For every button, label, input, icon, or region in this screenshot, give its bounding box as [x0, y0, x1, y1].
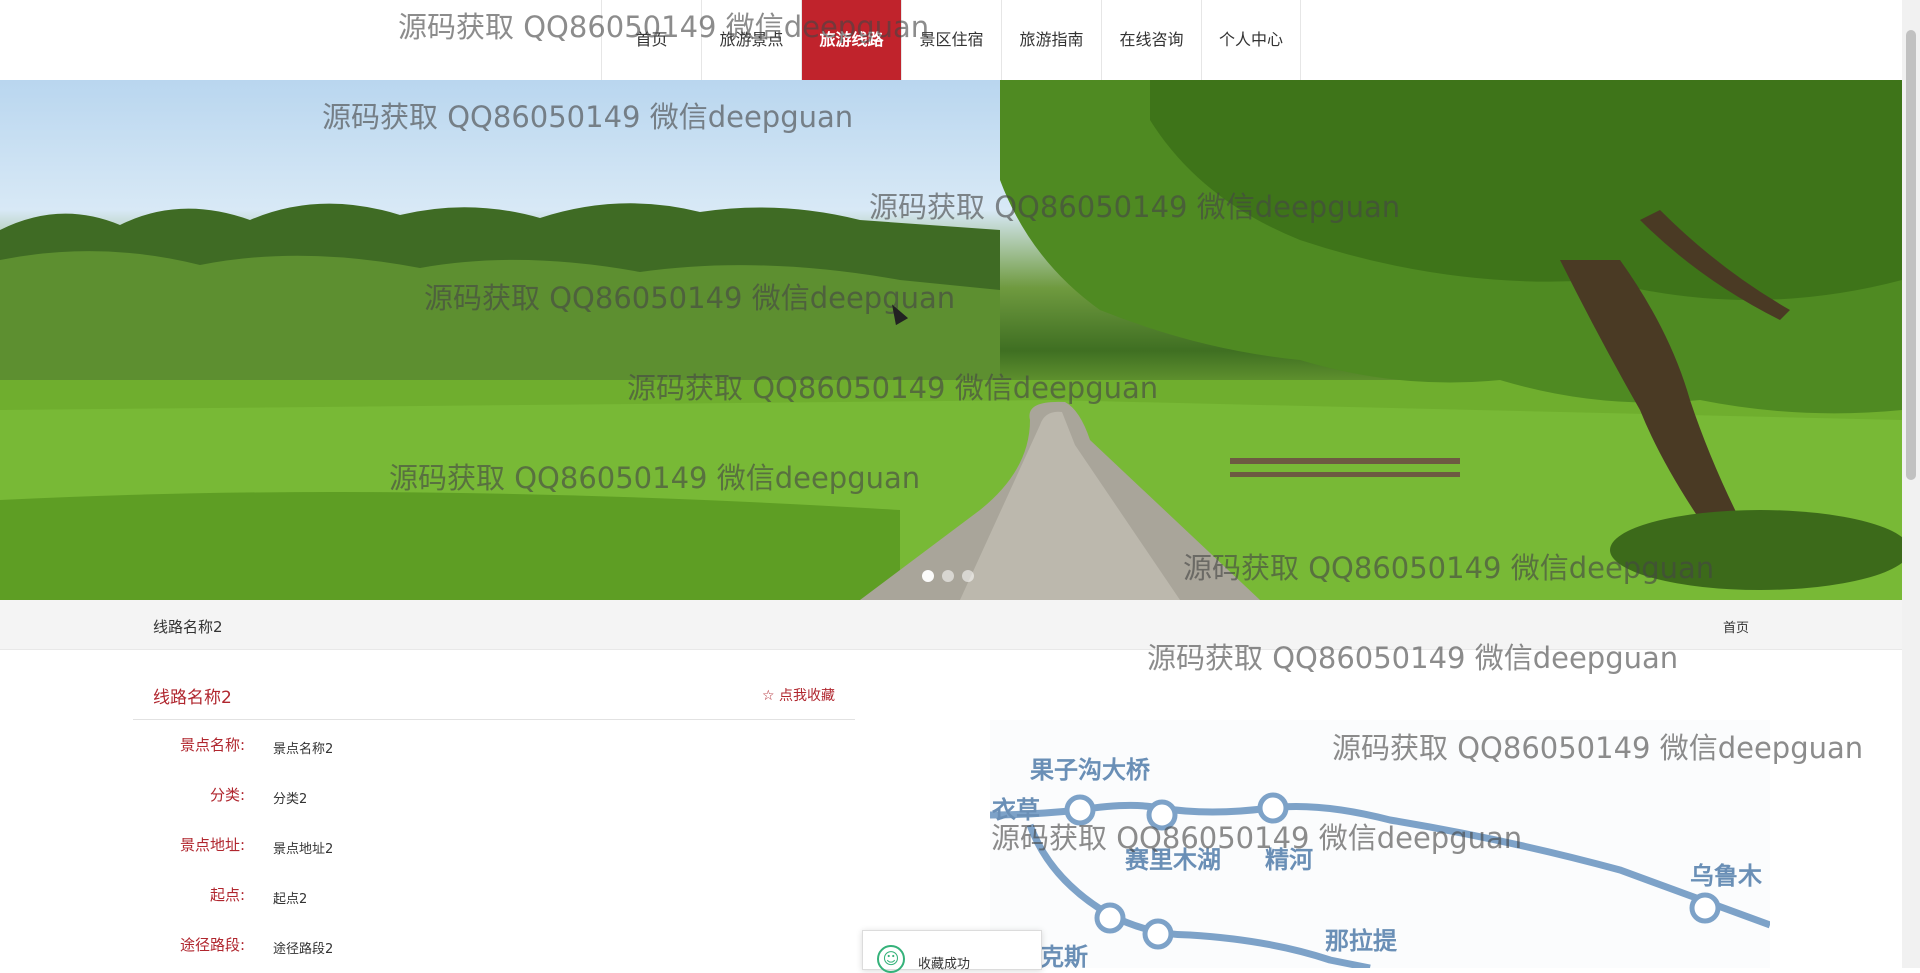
- carousel-dot-3[interactable]: [962, 570, 974, 582]
- route-detail-panel: 线路名称2 ☆ 点我收藏 景点名称: 景点名称2 分类: 分类2 景点地址: 景…: [133, 665, 855, 970]
- route-map-image: 果子沟大桥 衣草 赛里木湖 精河 乌鲁木 那拉提 克斯: [990, 720, 1770, 968]
- breadcrumb-home-link[interactable]: 首页: [1723, 617, 1749, 636]
- carousel-dot-1[interactable]: [922, 570, 934, 582]
- category-label: 分类:: [209, 786, 245, 804]
- map-label-lavender: 衣草: [992, 796, 1040, 824]
- main-nav: 首页 旅游景点 旅游线路 景区住宿 旅游指南 在线咨询 个人中心: [601, 0, 1301, 80]
- nav-item-consult[interactable]: 在线咨询: [1101, 0, 1201, 80]
- toast-message: 收藏成功: [918, 957, 971, 972]
- carousel-dot-2[interactable]: [942, 570, 954, 582]
- banner-landscape-image: [0, 80, 1902, 600]
- map-label-urumqi: 乌鲁木: [1690, 862, 1762, 890]
- nav-item-attractions[interactable]: 旅游景点: [701, 0, 801, 80]
- detail-row-category: 分类: 分类2: [133, 770, 855, 820]
- address-value: 景点地址2: [273, 842, 334, 857]
- attraction-name-value: 景点名称2: [273, 742, 334, 757]
- category-value: 分类2: [273, 792, 308, 807]
- carousel-indicators: [922, 570, 974, 582]
- breadcrumb-title: 线路名称2: [153, 618, 223, 636]
- detail-row-address: 景点地址: 景点地址2: [133, 820, 855, 870]
- map-label-bridge: 果子沟大桥: [1030, 756, 1150, 784]
- nav-item-profile[interactable]: 个人中心: [1201, 0, 1301, 80]
- attraction-name-label: 景点名称:: [179, 736, 245, 754]
- map-label-lake: 赛里木湖: [1125, 846, 1221, 874]
- map-label-kes: 克斯: [1040, 943, 1088, 968]
- address-label: 景点地址:: [179, 836, 245, 854]
- nav-item-routes[interactable]: 旅游线路: [801, 0, 901, 80]
- start-point-label: 起点:: [209, 886, 245, 904]
- toast-notification: ☺ 收藏成功: [862, 930, 1042, 973]
- map-label-nalati: 那拉提: [1325, 927, 1397, 955]
- route-segments-value: 途径路段2: [273, 942, 334, 957]
- page-scrollbar[interactable]: [1902, 0, 1920, 968]
- scrollbar-thumb[interactable]: [1906, 30, 1916, 480]
- start-point-value: 起点2: [273, 892, 308, 907]
- banner-carousel[interactable]: [0, 80, 1902, 600]
- detail-row-attraction: 景点名称: 景点名称2: [133, 720, 855, 770]
- top-navbar: 首页 旅游景点 旅游线路 景区住宿 旅游指南 在线咨询 个人中心: [0, 0, 1902, 80]
- detail-header: 线路名称2 ☆ 点我收藏: [133, 665, 855, 720]
- route-segments-label: 途径路段:: [179, 936, 245, 954]
- detail-row-start: 起点: 起点2: [133, 870, 855, 920]
- map-label-jinghe: 精河: [1265, 846, 1313, 874]
- favorite-button[interactable]: ☆ 点我收藏: [762, 685, 835, 705]
- detail-row-route: 途径路段: 途径路段2: [133, 920, 855, 970]
- nav-item-lodging[interactable]: 景区住宿: [901, 0, 1001, 80]
- route-title: 线路名称2: [153, 688, 232, 708]
- nav-item-home[interactable]: 首页: [601, 0, 701, 80]
- nav-item-guide[interactable]: 旅游指南: [1001, 0, 1101, 80]
- smile-icon: ☺: [877, 945, 905, 973]
- breadcrumb: 线路名称2 首页: [0, 600, 1902, 650]
